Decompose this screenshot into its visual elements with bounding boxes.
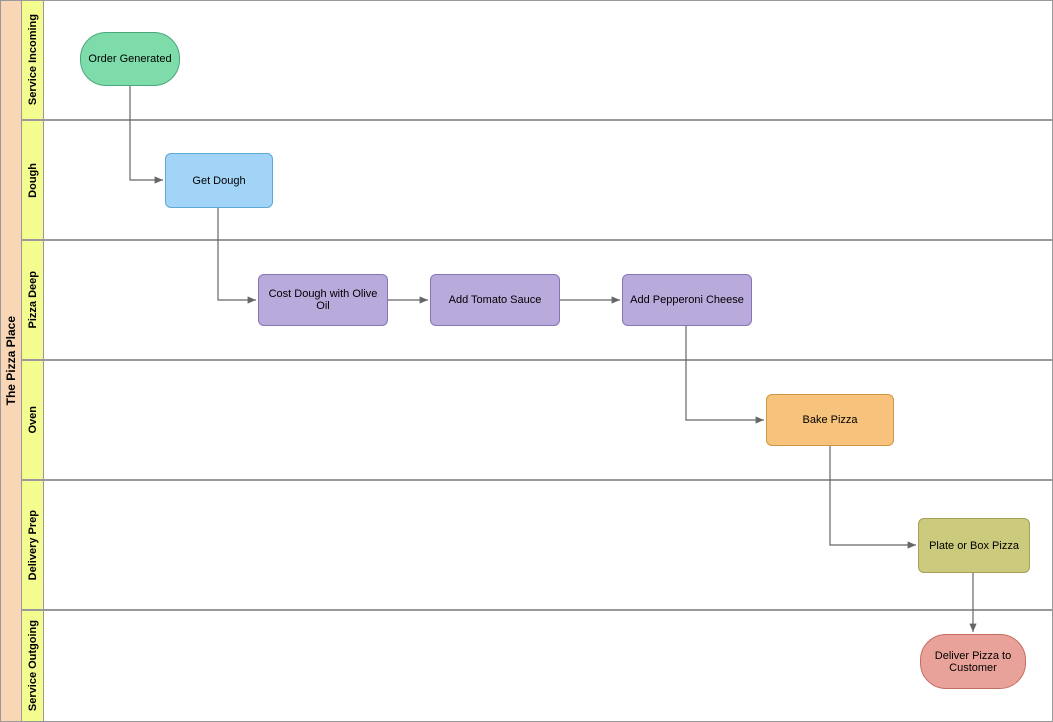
node-add-pepperoni-cheese[interactable]: Add Pepperoni Cheese	[622, 274, 752, 326]
lane-title-delivery-prep: Delivery Prep	[22, 480, 44, 610]
node-add-tomato-sauce[interactable]: Add Tomato Sauce	[430, 274, 560, 326]
node-cost-dough-olive-oil[interactable]: Cost Dough with Olive Oil	[258, 274, 388, 326]
lane-title-pizza-deep: Pizza Deep	[22, 240, 44, 360]
node-deliver-pizza[interactable]: Deliver Pizza to Customer	[920, 634, 1026, 689]
lane-delivery-prep	[44, 480, 1053, 610]
lane-service-outgoing	[44, 610, 1053, 722]
lane-title-service-incoming: Service Incoming	[22, 0, 44, 120]
node-plate-box-pizza[interactable]: Plate or Box Pizza	[918, 518, 1030, 573]
node-order-generated[interactable]: Order Generated	[80, 32, 180, 86]
lane-title-dough: Dough	[22, 120, 44, 240]
node-get-dough[interactable]: Get Dough	[165, 153, 273, 208]
lane-oven	[44, 360, 1053, 480]
lane-title-service-outgoing: Service Outgoing	[22, 610, 44, 722]
pool-title: The Pizza Place	[0, 0, 22, 722]
node-bake-pizza[interactable]: Bake Pizza	[766, 394, 894, 446]
lane-service-incoming	[44, 0, 1053, 120]
lane-title-oven: Oven	[22, 360, 44, 480]
pool-title-text: The Pizza Place	[4, 316, 18, 405]
